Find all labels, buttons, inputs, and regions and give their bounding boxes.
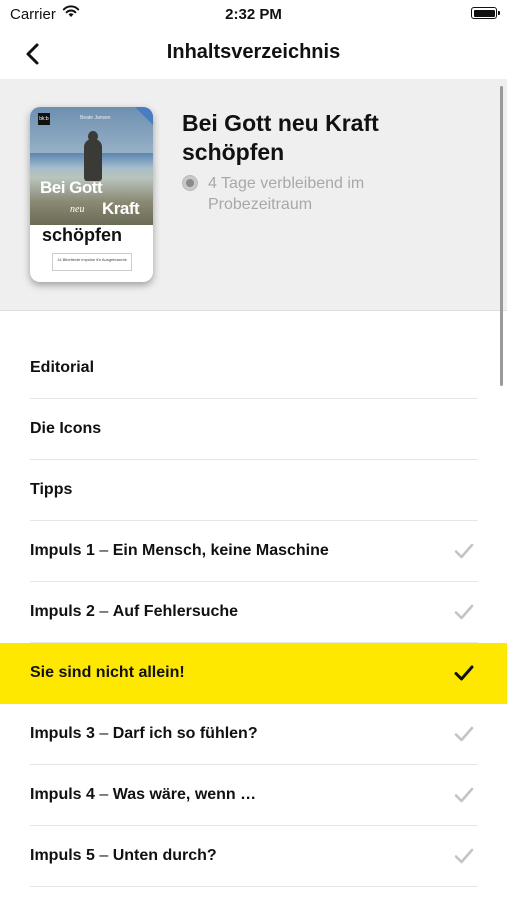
toc-item-label: Die Icons xyxy=(30,420,101,438)
toc-item-separator: – xyxy=(94,847,113,864)
toc-item-label: Editorial xyxy=(30,359,94,377)
toc-item-title: Sie sind nicht allein! xyxy=(30,664,185,681)
toc-item-title: Tipps xyxy=(30,481,73,498)
toc-item-number: Impuls 2 xyxy=(30,603,95,620)
toc-item-title: Ein Mensch, keine Maschine xyxy=(112,542,329,559)
checkmark-icon xyxy=(454,848,474,864)
toc-item[interactable]: Editorial xyxy=(0,338,507,399)
toc-item-number: Impuls 3 xyxy=(30,725,95,742)
toc-item-label: Tipps xyxy=(30,481,72,499)
toc-item[interactable]: Die Icons xyxy=(0,399,507,460)
checkmark-icon xyxy=(454,787,474,803)
checkmark-icon xyxy=(454,543,474,559)
book-header: bk:b Beate Jansen Bei Gott neu Kraft sch… xyxy=(0,79,507,311)
toc-item-label: Impuls 1 – Ein Mensch, keine Maschine xyxy=(30,542,329,560)
toc-item-title: Die Icons xyxy=(30,420,102,437)
toc-item[interactable]: Sie sind nicht allein! xyxy=(0,643,507,704)
cover-subtitle-box: 14 Bibeltexte impulse für Ausgebrannte xyxy=(52,253,132,271)
toc-item-title: Unten durch? xyxy=(112,847,217,864)
cover-logo: bk:b xyxy=(38,113,50,125)
toc-item[interactable]: Tipps xyxy=(0,460,507,521)
status-bar: Carrier 2:32 PM xyxy=(0,0,507,30)
cover-author: Beate Jansen xyxy=(80,115,111,121)
toc-item-title: Darf ich so fühlen? xyxy=(112,725,258,742)
toc-item[interactable]: Impuls 5 – Unten durch? xyxy=(0,826,507,887)
navigation-bar: Inhaltsverzeichnis xyxy=(0,30,507,78)
toc-list: Editorial Die Icons Tipps Impuls 1 – Ein Me… xyxy=(0,338,507,887)
toc-item-separator: – xyxy=(94,786,113,803)
page-title: Inhaltsverzeichnis xyxy=(166,41,341,63)
checkmark-icon xyxy=(454,726,474,742)
checkmark-icon xyxy=(454,665,474,681)
toc-item-title: Auf Fehlersuche xyxy=(112,603,239,620)
toc-item-separator: – xyxy=(94,542,113,559)
cover-title-line1: Bei Gott xyxy=(40,178,103,197)
toc-item-label: Impuls 3 – Darf ich so fühlen? xyxy=(30,725,258,743)
checkmark-icon xyxy=(454,604,474,620)
toc-item-label: Sie sind nicht allein! xyxy=(30,664,185,682)
toc-item-separator: – xyxy=(94,603,113,620)
toc-item[interactable]: Impuls 3 – Darf ich so fühlen? xyxy=(0,704,507,765)
cover-title-line3: Kraft xyxy=(102,199,140,218)
row-divider xyxy=(30,886,478,887)
status-dot-icon xyxy=(182,175,198,191)
toc-item[interactable]: Impuls 1 – Ein Mensch, keine Maschine xyxy=(0,521,507,582)
toc-item-title: Editorial xyxy=(30,359,95,376)
clock: 2:32 PM xyxy=(225,6,282,23)
toc-item[interactable]: Impuls 4 – Was wäre, wenn … xyxy=(0,765,507,826)
toc-item-number: Impuls 4 xyxy=(30,786,95,803)
toc-item-label: Impuls 2 – Auf Fehlersuche xyxy=(30,603,238,621)
toc-item[interactable]: Impuls 2 – Auf Fehlersuche xyxy=(0,582,507,643)
toc-item-separator: – xyxy=(94,725,113,742)
toc-item-label: Impuls 4 – Was wäre, wenn … xyxy=(30,786,256,804)
book-cover: bk:b Beate Jansen Bei Gott neu Kraft sch… xyxy=(30,107,153,282)
toc-item-title: Was wäre, wenn … xyxy=(112,786,257,803)
toc-item-label: Impuls 5 – Unten durch? xyxy=(30,847,217,865)
book-title: Bei Gott neu Kraft schöpfen xyxy=(182,110,379,165)
trial-status-text: 4 Tage verbleibend im Probezeitraum xyxy=(208,175,365,213)
battery-icon xyxy=(471,7,500,19)
toc-item-number: Impuls 1 xyxy=(30,542,95,559)
cover-title-line4: schöpfen xyxy=(42,225,123,245)
toc-item-number: Impuls 5 xyxy=(30,847,95,864)
cover-title-line2: neu xyxy=(70,204,85,215)
